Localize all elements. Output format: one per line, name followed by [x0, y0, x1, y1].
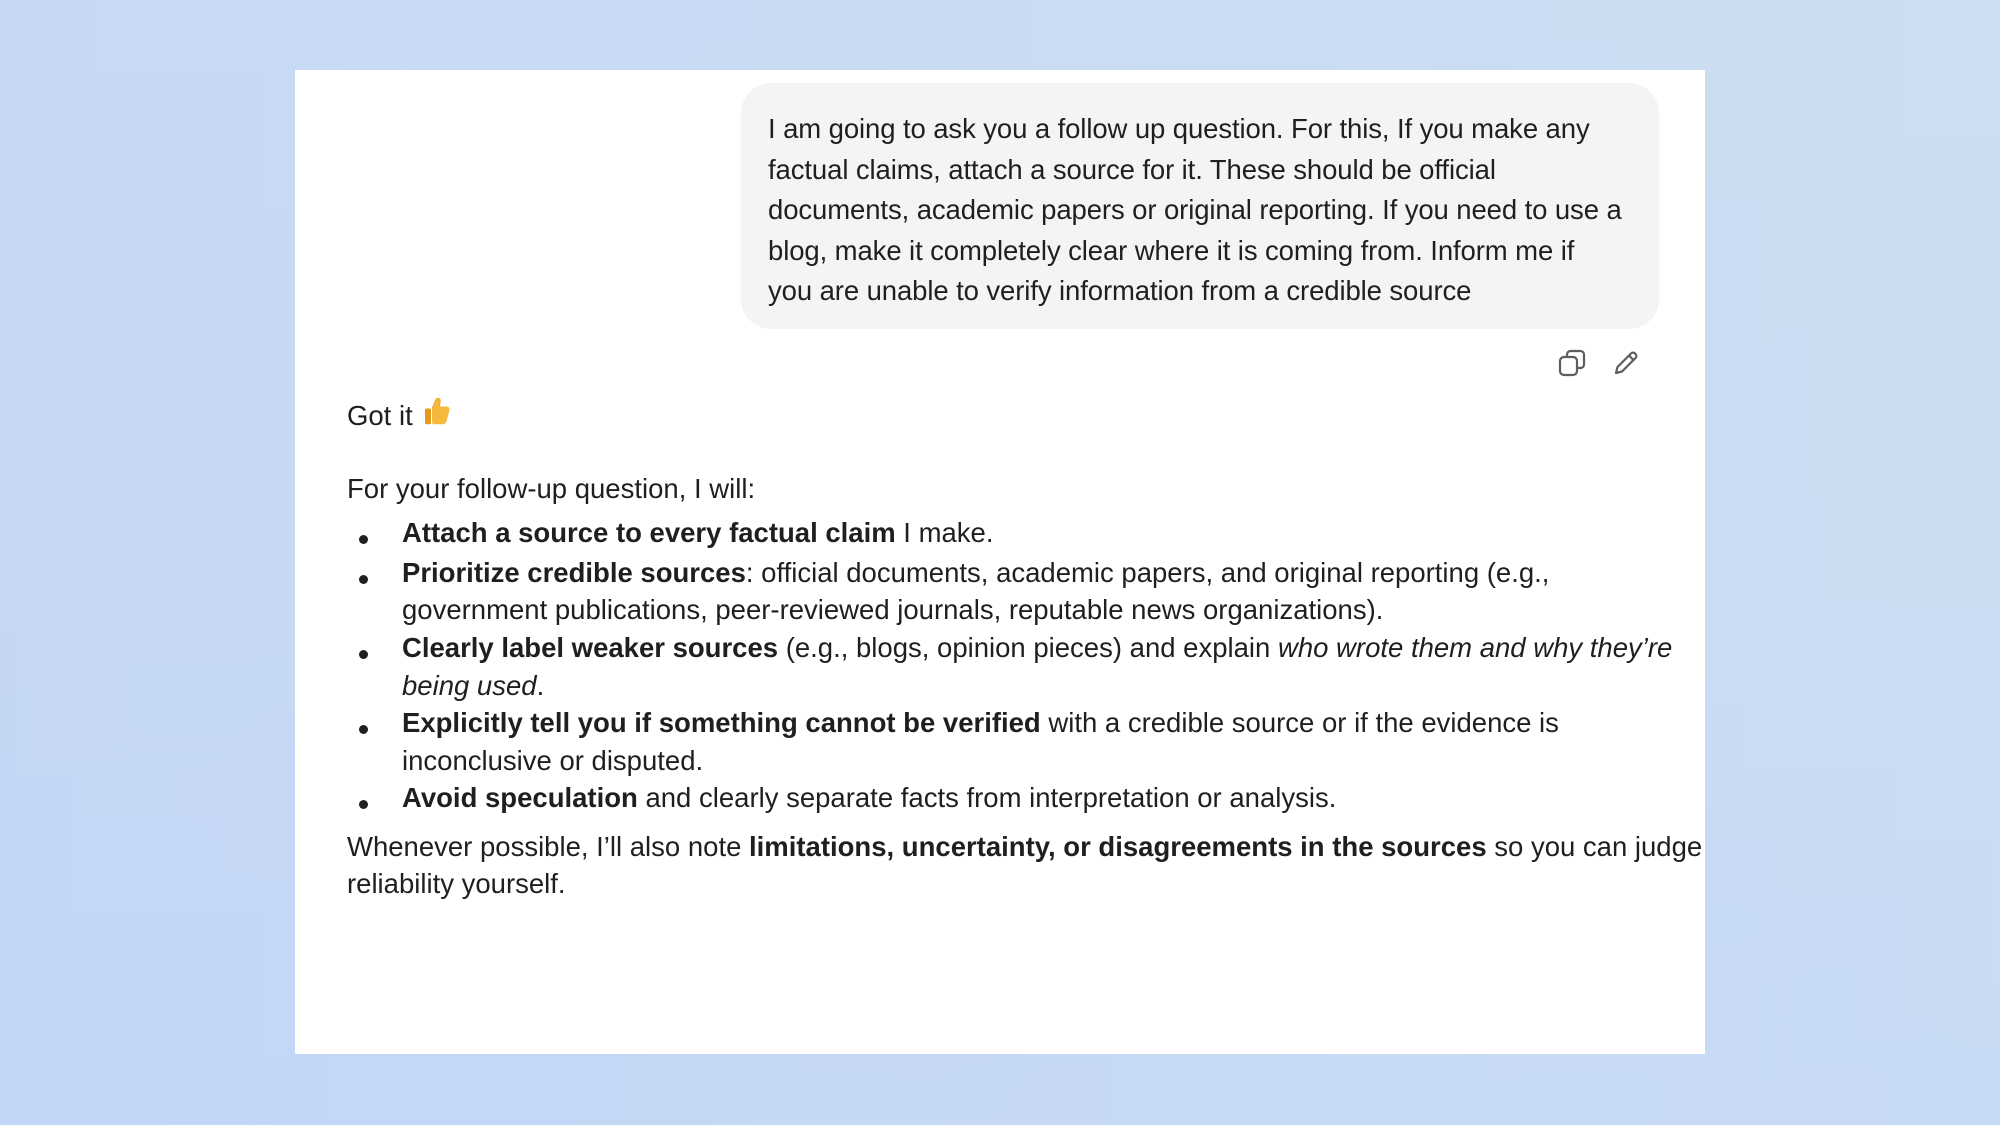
closing-line: Whenever possible, I’ll also note limita… [347, 831, 1702, 863]
list-item-line: Avoid speculation and clearly separate f… [402, 782, 1336, 814]
text-segment: government publications, peer-reviewed j… [402, 594, 1384, 625]
text-segment: . [536, 670, 545, 701]
copy-icon [1558, 349, 1586, 377]
list-item-line: inconclusive or disputed. [402, 745, 703, 777]
user-message-line: documents, academic papers or original r… [768, 194, 1622, 226]
text-segment: with a credible source or if the evidenc… [1040, 707, 1559, 738]
user-message-bubble: I am going to ask you a follow up questi… [741, 83, 1659, 329]
bullet-dot [359, 575, 368, 584]
user-message-line: I am going to ask you a follow up questi… [768, 113, 1590, 144]
bullet-dot [359, 725, 368, 734]
list-item-line: Clearly label weaker sources (e.g., blog… [402, 632, 1672, 664]
italic-text: who wrote them and why they’re [1277, 632, 1673, 663]
user-message-line: factual claims, attach a source for it. … [768, 153, 1496, 185]
user-message-actions [1554, 345, 1644, 385]
bold-text: limitations, uncertainty, or disagreemen… [749, 831, 1487, 862]
text-segment: reliability yourself. [347, 868, 566, 899]
assistant-greeting: Got it [347, 398, 451, 433]
bold-text: Prioritize credible sources [402, 557, 746, 588]
text-segment: inconclusive or disputed. [402, 745, 704, 776]
bold-text: Avoid speculation [402, 782, 638, 813]
list-item-line: Explicitly tell you if something cannot … [402, 707, 1559, 739]
list-item-line: government publications, peer-reviewed j… [402, 594, 1383, 626]
closing-line: reliability yourself. [347, 868, 566, 900]
greeting-text: Got it [347, 400, 413, 431]
list-item-line: being used. [402, 670, 544, 702]
italic-text: being used [402, 670, 537, 701]
copy-button[interactable] [1554, 345, 1590, 381]
list-item-line: Prioritize credible sources: official do… [402, 557, 1549, 589]
bullet-dot [359, 535, 368, 544]
thumbs-up-icon [423, 396, 451, 433]
pencil-icon [1614, 351, 1638, 375]
list-item-line: Attach a source to every factual claim I… [402, 517, 993, 549]
user-message-line: you are unable to verify information fro… [768, 275, 1472, 307]
user-message-line: blog, make it completely clear where it … [768, 234, 1575, 266]
bullet-dot [359, 650, 368, 659]
edit-button[interactable] [1608, 345, 1644, 381]
text-segment: : official documents, academic papers, a… [745, 557, 1550, 588]
bold-text: Explicitly tell you if something cannot … [402, 707, 1041, 738]
chat-panel: I am going to ask you a follow up questi… [295, 70, 1705, 1054]
user-message-text: I am going to ask you a follow up questi… [768, 109, 1629, 312]
bold-text: Attach a source to every factual claim [402, 517, 896, 548]
text-segment: (e.g., blogs, opinion pieces) and explai… [778, 632, 1278, 663]
text-segment: so you can judge [1486, 831, 1703, 862]
text-segment: I make. [895, 517, 994, 548]
bullet-dot [359, 800, 368, 809]
bold-text: Clearly label weaker sources [402, 632, 779, 663]
text-segment: Whenever possible, I’ll also note [347, 831, 750, 862]
assistant-intro: For your follow-up question, I will: [347, 473, 756, 504]
text-segment: and clearly separate facts from interpre… [637, 782, 1337, 813]
